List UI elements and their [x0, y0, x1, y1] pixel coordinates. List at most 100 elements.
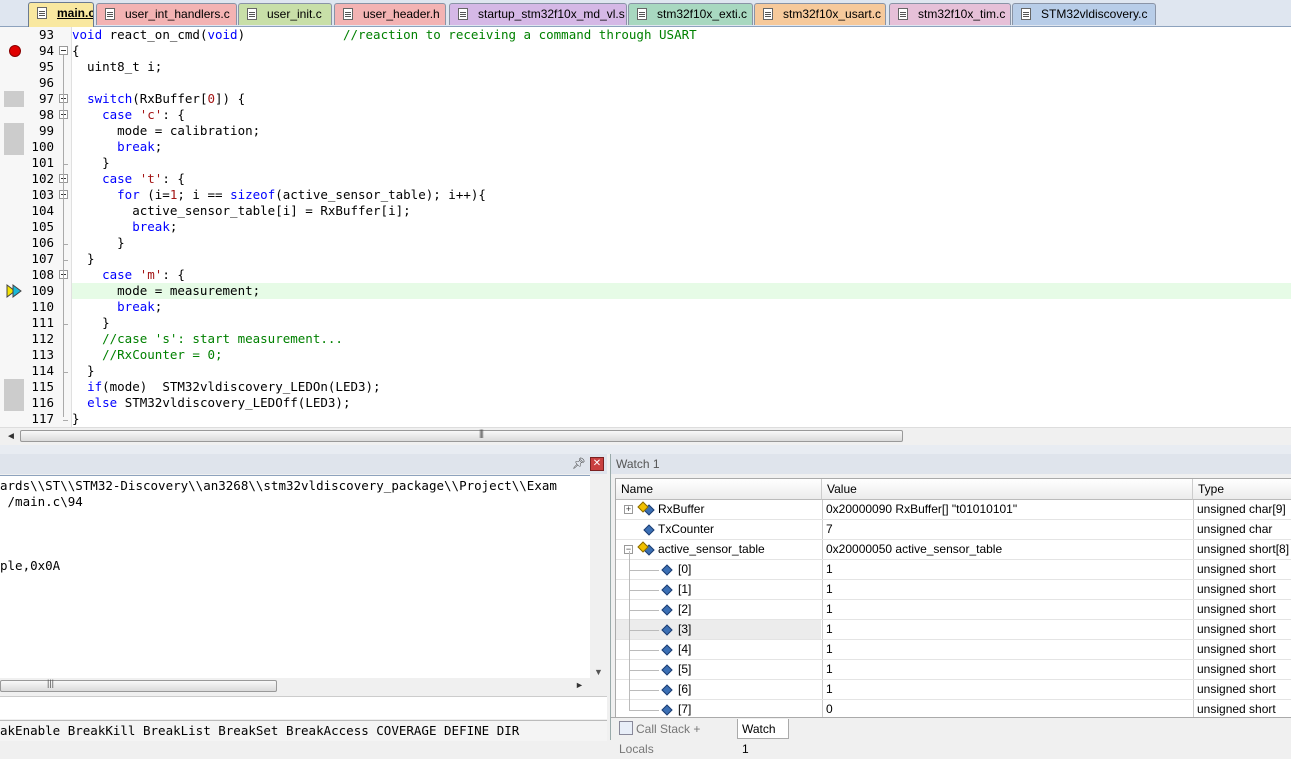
watch-name-cell: [1] [616, 580, 821, 599]
watch-row[interactable]: [6] 1 unsigned short [616, 680, 1291, 700]
code-area[interactable]: void react_on_cmd(void) //reaction to re… [72, 27, 1291, 427]
tab-stm32f10x-exti-c[interactable]: stm32f10x_exti.c [628, 3, 753, 25]
watch-value-cell[interactable]: 1 [822, 680, 1196, 699]
watch-value-cell[interactable]: 0x20000090 RxBuffer[] "t01010101" [822, 500, 1196, 519]
tab-stm32f10x-tim-c[interactable]: stm32f10x_tim.c [889, 3, 1011, 25]
code-editor[interactable]: 93 94 95 96 97 98 99 100 101 102 103 104 105 106 107 10… [0, 27, 1291, 427]
code-line[interactable]: } [72, 251, 1291, 267]
coverage-marker [4, 123, 24, 139]
tab-main-c[interactable]: main.c [28, 2, 94, 27]
current-code-line[interactable]: mode = measurement; [72, 283, 1291, 299]
watch-row[interactable]: − active_sensor_table 0x20000050 active_se… [616, 540, 1291, 560]
tab-call-stack-locals[interactable]: Call Stack + Locals [615, 719, 735, 756]
watch-value-cell[interactable]: 1 [822, 600, 1196, 619]
code-line[interactable]: { [72, 43, 1291, 59]
scroll-down-arrow-icon[interactable]: ▼ [594, 667, 603, 677]
watch-row[interactable]: [7] 0 unsigned short [616, 700, 1291, 717]
code-line-text: case 't': { [72, 171, 185, 187]
code-line[interactable] [72, 75, 1291, 91]
watch-row[interactable]: [0] 1 unsigned short [616, 560, 1291, 580]
watch-row[interactable]: [2] 1 unsigned short [616, 600, 1291, 620]
watch-value-cell[interactable]: 0x20000050 active_sensor_table [822, 540, 1196, 559]
panel-splitter[interactable] [0, 445, 1291, 454]
watch-row[interactable]: [3] 1 unsigned short [616, 620, 1291, 640]
tab-stm32vldiscovery-c[interactable]: STM32vldiscovery.c [1012, 3, 1156, 25]
collapse-toggle-icon[interactable] [59, 46, 68, 55]
code-line[interactable]: } [72, 235, 1291, 251]
tab-watch-1[interactable]: Watch 1 [737, 719, 789, 756]
code-line[interactable]: case 'c': { [72, 107, 1291, 123]
watch-value-cell[interactable]: 0 [822, 700, 1196, 717]
scroll-left-arrow-icon[interactable]: ◄ [6, 431, 16, 442]
code-line[interactable]: void react_on_cmd(void) //reaction to re… [72, 27, 1291, 43]
command-input[interactable] [0, 696, 607, 719]
column-header-name[interactable]: Name [616, 479, 822, 500]
code-line[interactable]: case 't': { [72, 171, 1291, 187]
editor-scroll-thumb[interactable]: ||| [20, 428, 903, 442]
expand-icon[interactable]: + [624, 505, 633, 514]
tab-startup-stm32f10x-md-vl-s[interactable]: startup_stm32f10x_md_vl.s [449, 3, 627, 25]
code-token: (i= [139, 187, 170, 202]
column-header-label: Name [621, 482, 654, 496]
breakpoint-gutter[interactable] [0, 27, 28, 427]
breakpoint-icon[interactable] [9, 45, 21, 57]
command-horizontal-scrollbar[interactable]: ||| ► [0, 678, 590, 694]
watch-value-cell[interactable]: 1 [822, 560, 1196, 579]
code-line-text: } [72, 363, 95, 379]
column-header-value[interactable]: Value [822, 479, 1193, 500]
command-scroll-thumb[interactable]: ||| [0, 678, 277, 692]
command-output: ards\\ST\\STM32-Discovery\\an3268\\stm32… [0, 475, 590, 679]
code-token: } [72, 155, 110, 170]
fold-gutter[interactable] [56, 27, 72, 427]
code-line[interactable]: mode = calibration; [72, 123, 1291, 139]
watch-value-cell[interactable]: 1 [822, 640, 1196, 659]
code-line-text: for (i=1; i == sizeof(active_sensor_tabl… [72, 187, 486, 203]
code-line-text: mode = calibration; [72, 123, 260, 139]
code-line[interactable]: //RxCounter = 0; [72, 347, 1291, 363]
keyword-token: else [87, 395, 118, 410]
grip-icon: ||| [479, 428, 484, 438]
line-number: 110 [31, 299, 54, 314]
code-line-text: break; [72, 219, 177, 235]
scroll-right-arrow-icon[interactable]: ► [575, 680, 584, 690]
code-line[interactable]: } [72, 363, 1291, 379]
code-token: ) [237, 27, 343, 42]
editor-horizontal-scrollbar[interactable]: ◄ ||| [0, 427, 1291, 445]
command-output-line: /main.c\94 [0, 494, 83, 509]
code-line[interactable]: if(mode) STM32vldiscovery_LEDOn(LED3); [72, 379, 1291, 395]
code-line[interactable]: } [72, 411, 1291, 427]
watch-row[interactable]: TxCounter 7 unsigned char [616, 520, 1291, 540]
code-line[interactable]: active_sensor_table[i] = RxBuffer[i]; [72, 203, 1291, 219]
code-token: (active_sensor_table); i++){ [275, 187, 486, 202]
watch-value-cell[interactable]: 1 [822, 580, 1196, 599]
watch-row[interactable]: [5] 1 unsigned short [616, 660, 1291, 680]
code-line[interactable]: uint8_t i; [72, 59, 1291, 75]
column-header-type[interactable]: Type [1193, 479, 1291, 500]
command-vertical-scrollbar[interactable]: ▼ [590, 475, 607, 678]
line-number: 93 [38, 27, 54, 42]
watch-value-cell[interactable]: 1 [822, 620, 1196, 639]
code-line[interactable]: case 'm': { [72, 267, 1291, 283]
code-line[interactable]: break; [72, 139, 1291, 155]
code-line[interactable]: switch(RxBuffer[0]) { [72, 91, 1291, 107]
tab-user-header-h[interactable]: user_header.h [334, 3, 446, 25]
tab-user-int-handlers-c[interactable]: user_int_handlers.c [96, 3, 237, 25]
tab-user-init-c[interactable]: user_init.c [238, 3, 332, 25]
watch-value-cell[interactable]: 7 [822, 520, 1196, 539]
pin-icon[interactable]: 📌︎ [572, 457, 586, 471]
watch-row[interactable]: + RxBuffer 0x20000090 RxBuffer[] "t0101010… [616, 500, 1291, 520]
code-line[interactable]: for (i=1; i == sizeof(active_sensor_tabl… [72, 187, 1291, 203]
watch-window-title: Watch 1 [616, 457, 660, 471]
tab-stm32f10x-usart-c[interactable]: stm32f10x_usart.c [754, 3, 886, 25]
code-line[interactable]: break; [72, 299, 1291, 315]
code-line[interactable]: } [72, 155, 1291, 171]
watch-row[interactable]: [1] 1 unsigned short [616, 580, 1291, 600]
code-line[interactable]: else STM32vldiscovery_LEDOff(LED3); [72, 395, 1291, 411]
close-icon[interactable]: ✕ [590, 457, 604, 471]
watch-row[interactable]: [4] 1 unsigned short [616, 640, 1291, 660]
code-line[interactable]: break; [72, 219, 1291, 235]
code-line[interactable]: } [72, 315, 1291, 331]
watch-value-cell[interactable]: 1 [822, 660, 1196, 679]
code-line[interactable]: //case 's': start measurement... [72, 331, 1291, 347]
